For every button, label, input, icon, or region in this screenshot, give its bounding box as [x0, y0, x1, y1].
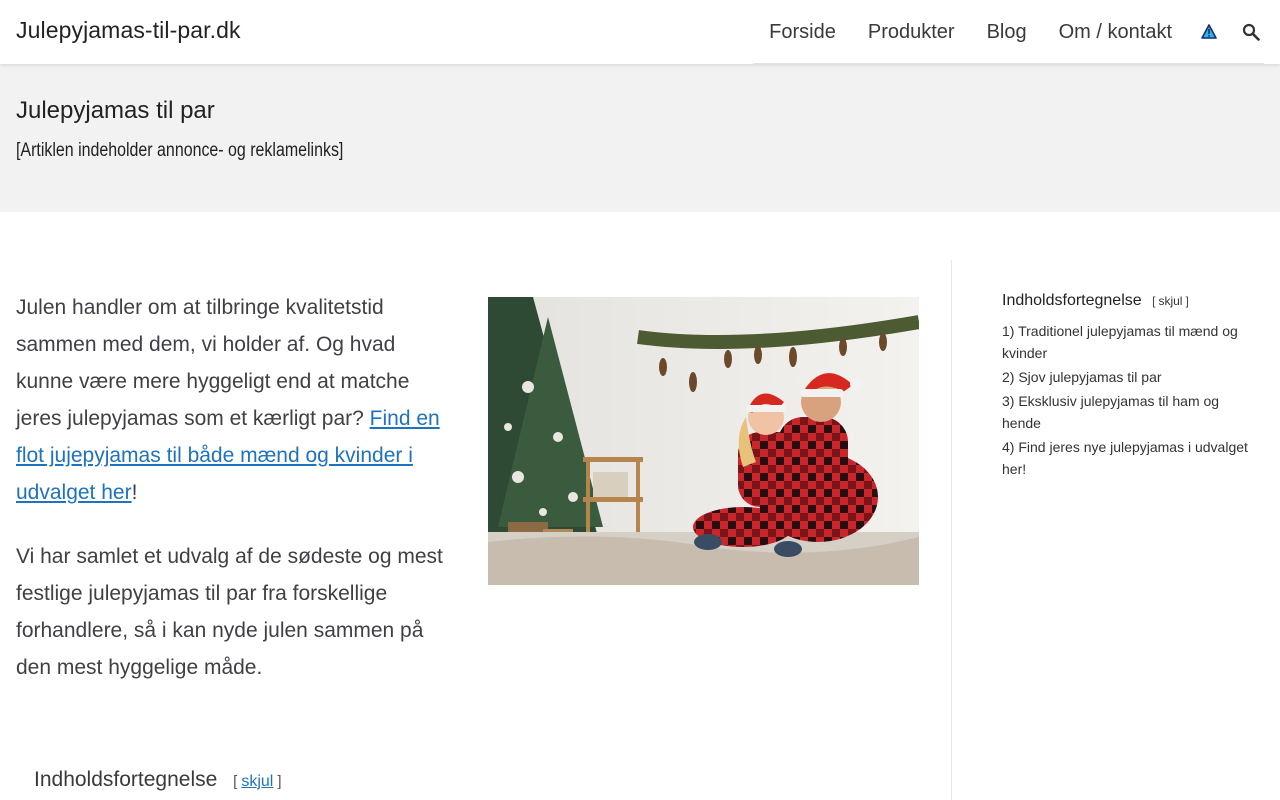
toc-label: Find jeres nye julepyjamas i udvalget he… — [1002, 439, 1248, 477]
ad-notice: [Artiklen indeholder annonce- og reklame… — [16, 140, 344, 161]
toc-number: 3) — [1002, 393, 1015, 409]
toc-toggle-bracket: [skjul] — [233, 773, 282, 790]
toc-link-1[interactable]: 1) Traditionel julepyjamas til mænd og k… — [1002, 323, 1238, 361]
sidebar-toc-title: Indholdsfortegnelse — [1002, 292, 1142, 309]
sidebar-toc-toggle-link[interactable]: skjul — [1158, 294, 1182, 308]
sidebar-toc-toggle: [skjul] — [1152, 294, 1189, 308]
intro-paragraph: Julen handler om at tilbringe kvalitetst… — [16, 289, 452, 511]
nav-item-produkter[interactable]: Produkter — [852, 0, 971, 64]
intro-text: Julen handler om at tilbringe kvalitetst… — [16, 296, 410, 430]
site-title-link[interactable]: Julepyjamas-til-par.dk — [16, 17, 241, 44]
sidebar-toc-list: 1) Traditionel julepyjamas til mænd og k… — [1002, 320, 1252, 480]
toc-number: 1) — [1002, 323, 1015, 339]
article-toc-header: Indholdsfortegnelse [skjul] — [34, 768, 282, 792]
list-item: 1) Traditionel julepyjamas til mænd og k… — [1002, 320, 1252, 364]
second-paragraph: Vi har samlet et udvalg af de sødeste og… — [16, 545, 443, 679]
warning-triangle-icon[interactable] — [1196, 0, 1222, 64]
toc-number: 2) — [1002, 369, 1015, 385]
nav-item-om-kontakt[interactable]: Om / kontakt — [1043, 0, 1188, 64]
sidebar-toc-header: Indholdsfortegnelse [skjul] — [1002, 292, 1252, 310]
list-item: 3) Eksklusiv julepyjamas til ham og hend… — [1002, 390, 1252, 434]
page-title: Julepyjamas til par — [16, 97, 215, 124]
couple-christmas-pajamas-image — [488, 297, 919, 585]
toc-label: Eksklusiv julepyjamas til ham og hende — [1002, 393, 1220, 431]
sidebar-divider — [951, 260, 952, 800]
nav-item-forside[interactable]: Forside — [753, 0, 852, 64]
toc-number: 4) — [1002, 439, 1015, 455]
search-icon[interactable] — [1238, 0, 1264, 64]
toc-link-3[interactable]: 3) Eksklusiv julepyjamas til ham og hend… — [1002, 393, 1219, 431]
toc-label: Sjov julepyjamas til par — [1018, 369, 1162, 385]
nav-item-blog[interactable]: Blog — [971, 0, 1043, 64]
article-intro: Julen handler om at tilbringe kvalitetst… — [16, 289, 452, 713]
toc-label: Traditionel julepyjamas til mænd og kvin… — [1002, 323, 1238, 361]
article-toc-toggle-link[interactable]: skjul — [241, 773, 273, 790]
intro-text-end: ! — [131, 481, 138, 504]
main-nav: Forside Produkter Blog Om / kontakt — [753, 0, 1264, 64]
site-header: Julepyjamas-til-par.dk Forside Produkter… — [0, 0, 1280, 64]
page-hero: Julepyjamas til par [Artiklen indeholder… — [0, 64, 1280, 212]
article-content: Julen handler om at tilbringe kvalitetst… — [0, 212, 952, 800]
list-item: 2) Sjov julepyjamas til par — [1002, 366, 1252, 388]
list-item: 4) Find jeres nye julepyjamas i udvalget… — [1002, 436, 1252, 480]
article-toc-title: Indholdsfortegnelse — [34, 768, 218, 791]
toc-link-2[interactable]: 2) Sjov julepyjamas til par — [1002, 369, 1162, 385]
toc-link-4[interactable]: 4) Find jeres nye julepyjamas i udvalget… — [1002, 439, 1248, 477]
sidebar-toc: Indholdsfortegnelse [skjul] 1) Tradition… — [1002, 292, 1252, 482]
